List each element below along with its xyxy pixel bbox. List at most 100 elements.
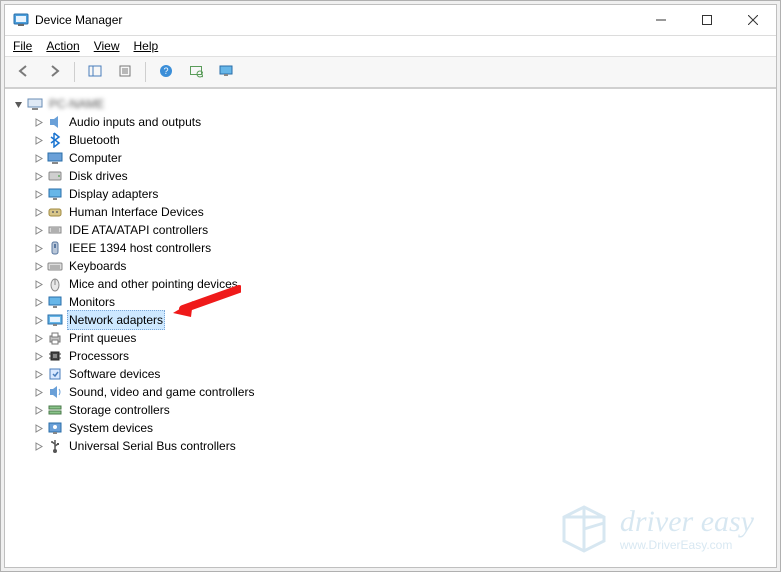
tree-item[interactable]: Software devices	[9, 365, 772, 383]
tree-item[interactable]: Human Interface Devices	[9, 203, 772, 221]
printer-icon	[47, 330, 63, 346]
collapse-icon[interactable]	[11, 100, 25, 109]
show-hidden-button[interactable]	[213, 59, 239, 85]
storage-icon	[47, 402, 63, 418]
title-left: Device Manager	[5, 12, 122, 28]
tree-item-label: Processors	[67, 347, 131, 365]
expand-icon[interactable]	[31, 352, 45, 361]
computer-icon	[47, 150, 63, 166]
tree-item[interactable]: Print queues	[9, 329, 772, 347]
tree-item[interactable]: Universal Serial Bus controllers	[9, 437, 772, 455]
tree-item[interactable]: Display adapters	[9, 185, 772, 203]
tree-item-label: Audio inputs and outputs	[67, 113, 203, 131]
expand-icon[interactable]	[31, 316, 45, 325]
tree-item[interactable]: Monitors	[9, 293, 772, 311]
system-icon	[47, 420, 63, 436]
menu-view[interactable]: View	[94, 39, 120, 53]
expand-icon[interactable]	[31, 442, 45, 451]
tree-item[interactable]: Bluetooth	[9, 131, 772, 149]
tree-item[interactable]: Keyboards	[9, 257, 772, 275]
display-icon	[47, 186, 63, 202]
expand-icon[interactable]	[31, 388, 45, 397]
close-button[interactable]	[730, 5, 776, 35]
tree-root[interactable]: PC-NAME	[9, 95, 772, 113]
menu-help[interactable]: Help	[134, 39, 159, 53]
tree-item-label: Keyboards	[67, 257, 128, 275]
tree-item-label: Network adapters	[67, 310, 165, 330]
properties-button[interactable]	[112, 59, 138, 85]
window-title: Device Manager	[35, 13, 122, 27]
expand-icon[interactable]	[31, 406, 45, 415]
expand-icon[interactable]	[31, 424, 45, 433]
expand-icon[interactable]	[31, 334, 45, 343]
tree-item[interactable]: System devices	[9, 419, 772, 437]
expand-icon[interactable]	[31, 172, 45, 181]
tree-item[interactable]: Computer	[9, 149, 772, 167]
tree-item-label: Mice and other pointing devices	[67, 275, 240, 293]
nav-forward-button[interactable]	[41, 59, 67, 85]
tree-item[interactable]: IEEE 1394 host controllers	[9, 239, 772, 257]
toolbar-separator	[74, 62, 75, 82]
speaker-icon	[47, 114, 63, 130]
tree-item-label: Computer	[67, 149, 124, 167]
nav-back-button[interactable]	[11, 59, 37, 85]
tree-item-label: Software devices	[67, 365, 162, 383]
root-label: PC-NAME	[47, 95, 106, 113]
client-area: PC-NAME Audio inputs and outputsBluetoot…	[5, 88, 776, 567]
maximize-button[interactable]	[684, 5, 730, 35]
svg-text:?: ?	[163, 66, 168, 76]
tree-item-label: IEEE 1394 host controllers	[67, 239, 213, 257]
menu-file[interactable]: File	[13, 39, 32, 53]
tree-item[interactable]: Mice and other pointing devices	[9, 275, 772, 293]
tree-item[interactable]: Sound, video and game controllers	[9, 383, 772, 401]
tree-item-label: Universal Serial Bus controllers	[67, 437, 238, 455]
window-controls	[638, 5, 776, 35]
toolbar: ?	[5, 57, 776, 88]
mouse-icon	[47, 276, 63, 292]
toolbar-separator	[145, 62, 146, 82]
scan-hardware-button[interactable]	[183, 59, 209, 85]
expand-icon[interactable]	[31, 154, 45, 163]
tree-item-label: System devices	[67, 419, 155, 437]
minimize-button[interactable]	[638, 5, 684, 35]
app-icon	[13, 12, 29, 28]
panel-icon	[88, 64, 102, 81]
tree-item[interactable]: Network adapters	[9, 311, 772, 329]
tree-item[interactable]: Storage controllers	[9, 401, 772, 419]
disk-icon	[47, 168, 63, 184]
help-icon: ?	[159, 64, 173, 81]
bluetooth-icon	[47, 132, 63, 148]
tree-item-label: Sound, video and game controllers	[67, 383, 256, 401]
tree-item-label: Monitors	[67, 293, 117, 311]
expand-icon[interactable]	[31, 244, 45, 253]
tree-item[interactable]: IDE ATA/ATAPI controllers	[9, 221, 772, 239]
show-hide-tree-button[interactable]	[82, 59, 108, 85]
expand-icon[interactable]	[31, 190, 45, 199]
expand-icon[interactable]	[31, 280, 45, 289]
device-tree[interactable]: PC-NAME Audio inputs and outputsBluetoot…	[5, 89, 776, 567]
arrow-right-icon	[47, 64, 61, 81]
expand-icon[interactable]	[31, 298, 45, 307]
cpu-icon	[47, 348, 63, 364]
monitor-icon	[47, 294, 63, 310]
expand-icon[interactable]	[31, 208, 45, 217]
menu-action[interactable]: Action	[46, 39, 79, 53]
usb-icon	[47, 438, 63, 454]
hid-icon	[47, 204, 63, 220]
tree-item[interactable]: Disk drives	[9, 167, 772, 185]
expand-icon[interactable]	[31, 370, 45, 379]
expand-icon[interactable]	[31, 118, 45, 127]
tree-item[interactable]: Processors	[9, 347, 772, 365]
tree-item[interactable]: Audio inputs and outputs	[9, 113, 772, 131]
app-frame: Device Manager File Action View Help ?	[0, 0, 781, 572]
expand-icon[interactable]	[31, 136, 45, 145]
help-button[interactable]: ?	[153, 59, 179, 85]
keyboard-icon	[47, 258, 63, 274]
expand-icon[interactable]	[31, 226, 45, 235]
tree-item-label: Disk drives	[67, 167, 130, 185]
window: Device Manager File Action View Help ?	[4, 4, 777, 568]
properties-icon	[118, 64, 132, 81]
ide-icon	[47, 222, 63, 238]
titlebar: Device Manager	[5, 5, 776, 36]
expand-icon[interactable]	[31, 262, 45, 271]
